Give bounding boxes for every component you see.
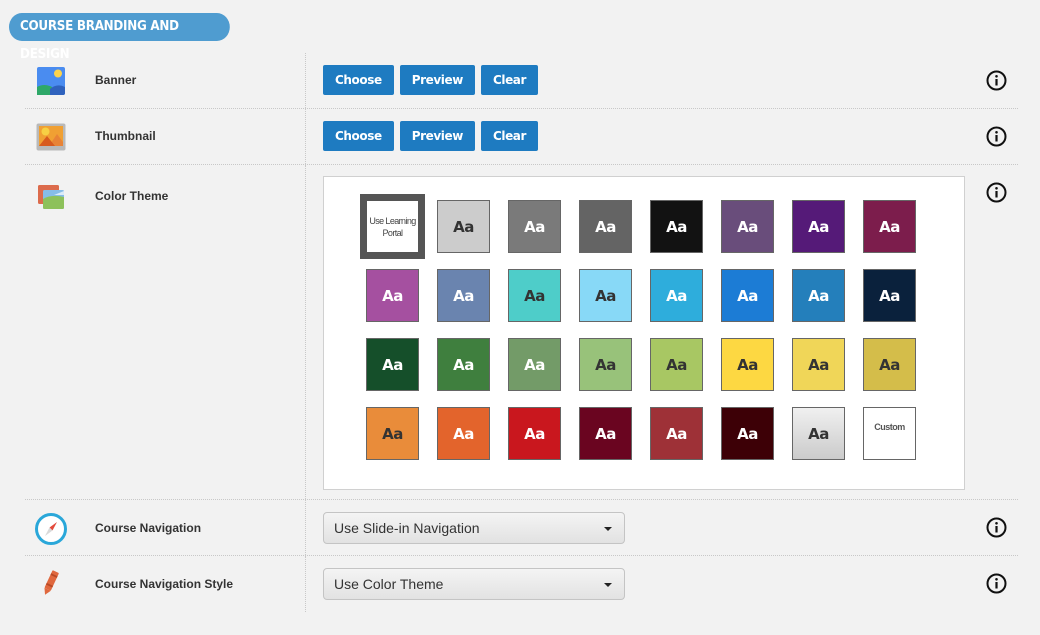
theme-swatch-color[interactable]: Aa xyxy=(721,338,774,391)
row-course-navigation: Course Navigation Use Slide-in Navigatio… xyxy=(25,500,1018,556)
theme-swatch-label: Aa xyxy=(595,286,616,305)
theme-swatch-color[interactable]: Aa xyxy=(721,200,774,253)
banner-clear-button[interactable]: Clear xyxy=(480,65,539,95)
theme-swatch-label: Aa xyxy=(524,217,545,236)
theme-swatch-label: Aa xyxy=(524,286,545,305)
theme-swatch-gradient[interactable]: Aa xyxy=(792,407,845,460)
theme-swatch-color[interactable]: Aa xyxy=(579,200,632,253)
theme-swatch-color[interactable]: Aa xyxy=(650,200,703,253)
compass-icon xyxy=(35,513,67,545)
crayon-icon xyxy=(44,570,59,595)
theme-swatch-color[interactable]: Aa xyxy=(437,269,490,322)
theme-swatch-custom[interactable]: Custom xyxy=(863,407,916,460)
theme-swatch-label: Aa xyxy=(808,355,829,374)
course-navigation-selected: Use Slide-in Navigation xyxy=(334,520,480,536)
theme-swatch-label: Aa xyxy=(879,355,900,374)
theme-swatch-label: Aa xyxy=(382,355,403,374)
theme-swatch-label: Aa xyxy=(666,286,687,305)
theme-swatch-color[interactable]: Aa xyxy=(508,338,561,391)
theme-swatch-label: Aa xyxy=(524,424,545,443)
theme-swatch-color[interactable]: Aa xyxy=(650,269,703,322)
theme-swatch-color[interactable]: Aa xyxy=(366,407,419,460)
info-icon[interactable] xyxy=(986,70,1007,91)
thumbnail-choose-button[interactable]: Choose xyxy=(323,121,394,151)
row-banner: Banner Choose Preview Clear xyxy=(25,53,1018,109)
landscape-image-icon xyxy=(37,67,65,95)
course-navigation-select[interactable]: Use Slide-in Navigation xyxy=(323,512,625,544)
thumbnail-clear-button[interactable]: Clear xyxy=(480,121,539,151)
theme-swatch-color[interactable]: Aa xyxy=(579,338,632,391)
theme-swatch-color[interactable]: Aa xyxy=(721,407,774,460)
theme-swatch-color[interactable]: Aa xyxy=(792,269,845,322)
theme-swatch-color[interactable]: Aa xyxy=(366,269,419,322)
theme-swatch-label: Aa xyxy=(666,424,687,443)
theme-swatch-label: Aa xyxy=(879,217,900,236)
settings-rows: Banner Choose Preview Clear Thumbnail Choo… xyxy=(25,53,1018,612)
thumbnail-image-icon xyxy=(36,123,66,151)
theme-swatch-label: Aa xyxy=(595,424,616,443)
info-icon[interactable] xyxy=(986,573,1007,594)
banner-preview-button[interactable]: Preview xyxy=(399,65,475,95)
theme-swatch-label: Aa xyxy=(737,355,758,374)
color-theme-picker: Use Learning Portal Aa Aa Aa Aa Aa Aa Aa Aa Aa Aa A… xyxy=(323,176,965,490)
banner-choose-button[interactable]: Choose xyxy=(323,65,394,95)
theme-swatch-portal[interactable]: Use Learning Portal xyxy=(360,194,425,259)
theme-swatch-label: Aa xyxy=(453,424,474,443)
theme-swatch-label: Aa xyxy=(453,286,474,305)
row-thumbnail: Thumbnail Choose Preview Clear xyxy=(25,109,1018,165)
thumbnail-preview-button[interactable]: Preview xyxy=(399,121,475,151)
theme-swatch-label: Aa xyxy=(737,424,758,443)
theme-swatch-color[interactable]: Aa xyxy=(508,407,561,460)
theme-swatch-label: Aa xyxy=(666,217,687,236)
theme-swatch-color[interactable]: Aa xyxy=(508,269,561,322)
theme-swatch-label: Aa xyxy=(453,355,474,374)
chevron-down-icon xyxy=(604,583,612,587)
course-navigation-style-label: Course Navigation Style xyxy=(95,577,234,591)
course-navigation-style-selected: Use Color Theme xyxy=(334,576,444,592)
theme-swatch-color[interactable]: Aa xyxy=(366,338,419,391)
info-icon[interactable] xyxy=(986,182,1007,203)
theme-swatch-label: Aa xyxy=(382,424,403,443)
course-navigation-style-select[interactable]: Use Color Theme xyxy=(323,568,625,600)
theme-swatch-label: Aa xyxy=(453,217,474,236)
theme-swatch-label: Aa xyxy=(595,355,616,374)
theme-swatch-color[interactable]: Aa xyxy=(863,338,916,391)
theme-swatch-color[interactable]: Aa xyxy=(579,407,632,460)
banner-label: Banner xyxy=(95,73,137,87)
theme-swatch-color[interactable]: Aa xyxy=(437,200,490,253)
theme-swatch-label: Aa xyxy=(808,424,829,443)
thumbnail-label: Thumbnail xyxy=(95,129,156,143)
theme-swatch-color[interactable]: Aa xyxy=(437,338,490,391)
theme-swatch-color[interactable]: Aa xyxy=(721,269,774,322)
theme-swatch-label: Aa xyxy=(737,286,758,305)
theme-swatch-label: Aa xyxy=(524,355,545,374)
color-theme-label: Color Theme xyxy=(95,189,169,203)
theme-swatch-label: Custom xyxy=(874,422,905,432)
row-course-navigation-style: Course Navigation Style Use Color Theme xyxy=(25,556,1018,612)
theme-swatch-color[interactable]: Aa xyxy=(863,269,916,322)
theme-swatch-color[interactable]: Aa xyxy=(508,200,561,253)
chevron-down-icon xyxy=(604,527,612,531)
theme-swatch-label: Use Learning Portal xyxy=(369,215,416,238)
theme-swatch-color[interactable]: Aa xyxy=(863,200,916,253)
theme-swatch-label: Aa xyxy=(808,286,829,305)
theme-swatch-label: Aa xyxy=(595,217,616,236)
info-icon[interactable] xyxy=(986,126,1007,147)
theme-swatch-color[interactable]: Aa xyxy=(650,407,703,460)
theme-swatch-label: Aa xyxy=(879,286,900,305)
section-header: COURSE BRANDING AND DESIGN xyxy=(9,13,230,62)
theme-swatch-color[interactable]: Aa xyxy=(437,407,490,460)
theme-swatch-color[interactable]: Aa xyxy=(792,200,845,253)
theme-swatch-color[interactable]: Aa xyxy=(579,269,632,322)
row-color-theme: Color Theme Use Learning Portal Aa Aa Aa Aa A… xyxy=(25,165,1018,500)
color-theme-icon xyxy=(38,185,64,209)
info-icon[interactable] xyxy=(986,517,1007,538)
theme-swatch-label: Aa xyxy=(666,355,687,374)
theme-swatch-color[interactable]: Aa xyxy=(650,338,703,391)
theme-swatch-color[interactable]: Aa xyxy=(792,338,845,391)
theme-swatch-label: Aa xyxy=(382,286,403,305)
theme-swatch-label: Aa xyxy=(808,217,829,236)
course-navigation-label: Course Navigation xyxy=(95,521,202,535)
theme-swatch-label: Aa xyxy=(737,217,758,236)
